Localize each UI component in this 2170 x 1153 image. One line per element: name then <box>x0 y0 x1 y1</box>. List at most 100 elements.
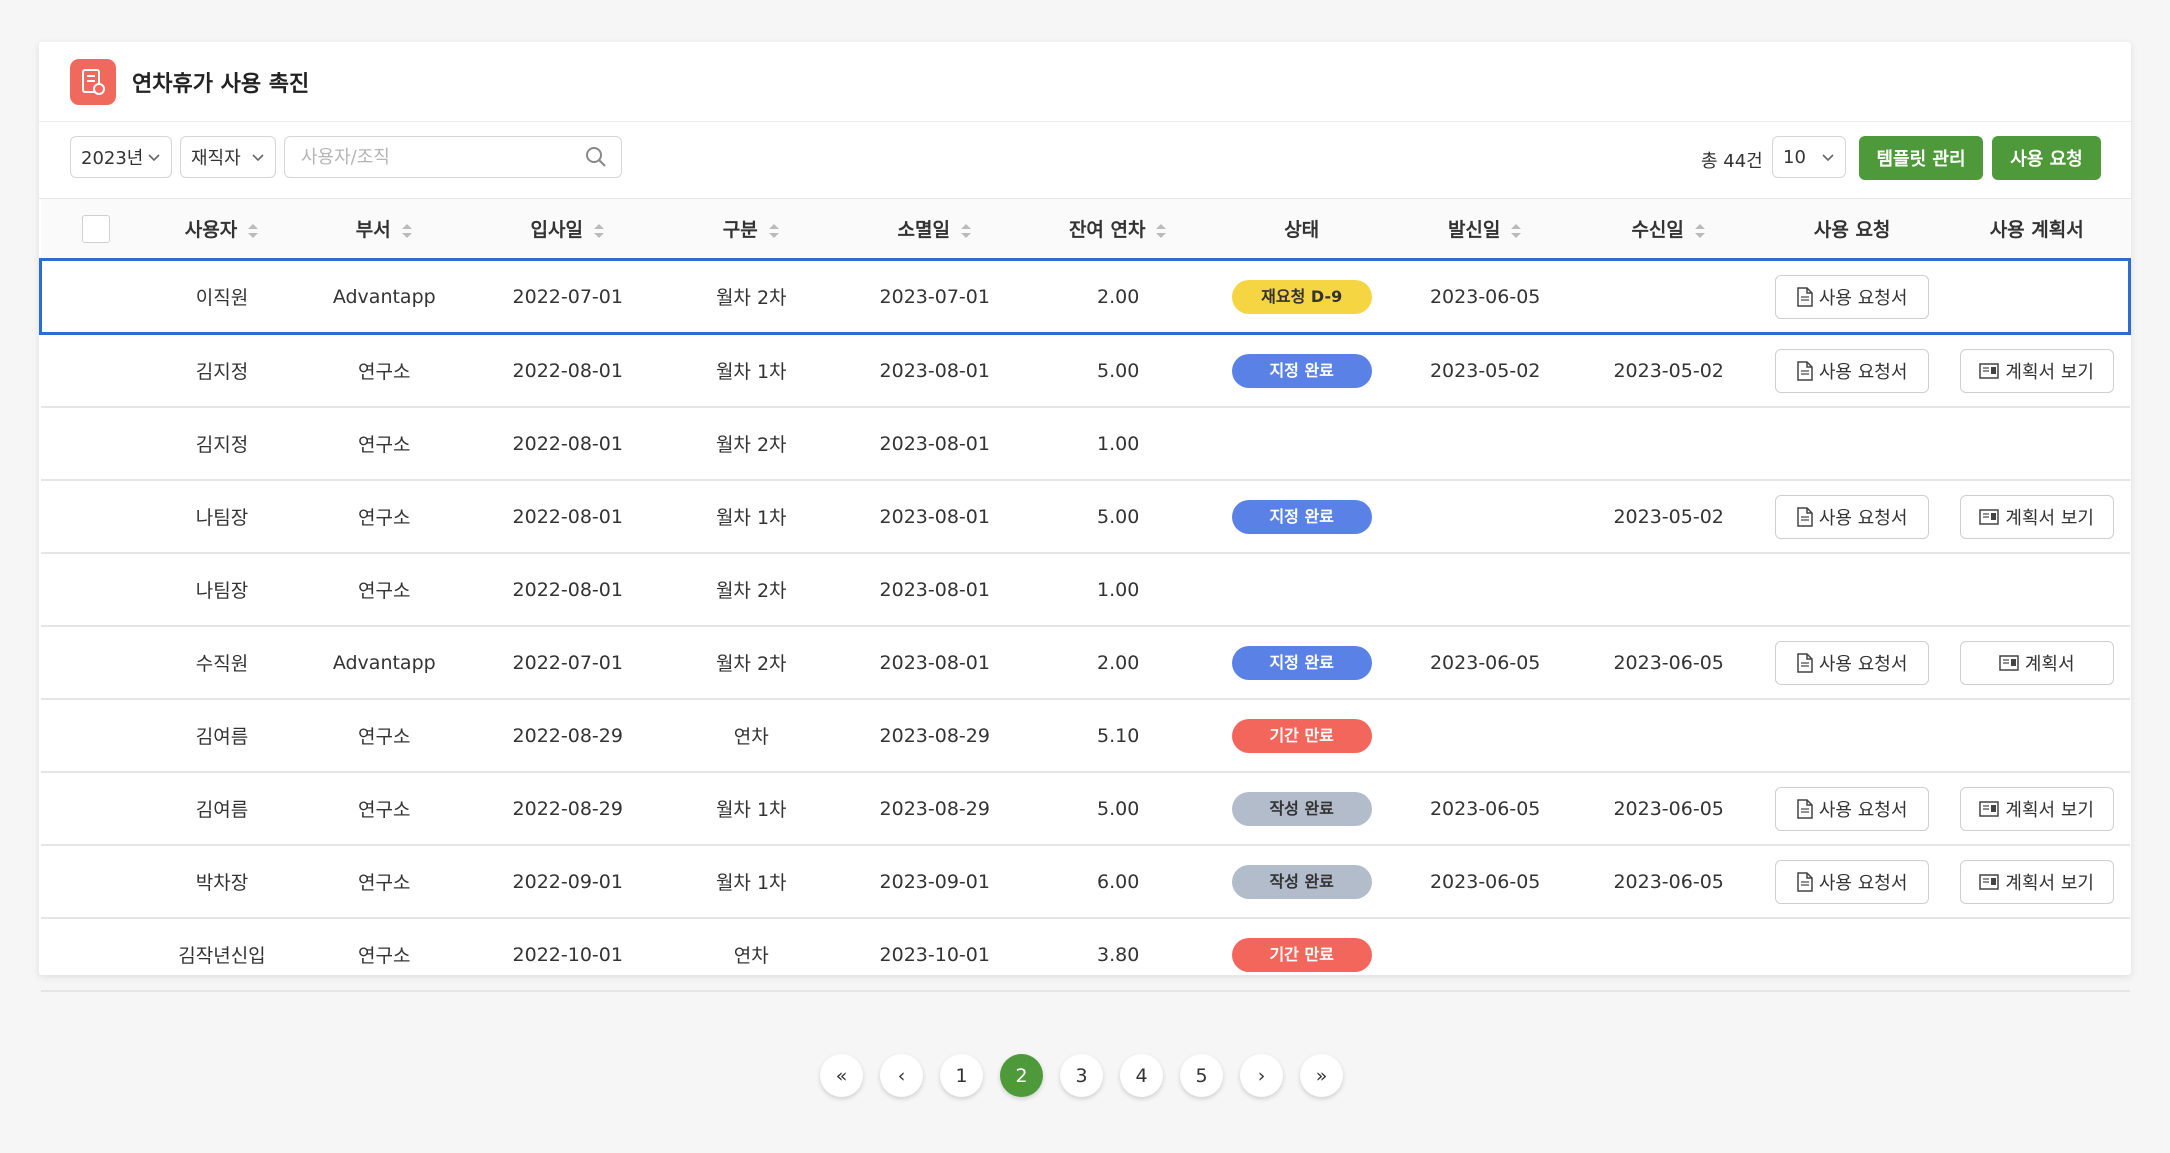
cell-sent-date <box>1393 480 1577 554</box>
cell-type: 연차 <box>659 699 843 773</box>
cell-sent-date: 2023-06-05 <box>1393 772 1577 846</box>
view-plan-label: 계획서 보기 <box>2005 361 2094 383</box>
view-plan-button[interactable]: 계획서 보기 <box>1959 859 2114 904</box>
header-user[interactable]: 사용자 <box>151 199 293 260</box>
status-select[interactable]: 재직자 <box>180 136 276 178</box>
request-form-button[interactable]: 사용 요청서 <box>1775 494 1930 539</box>
search-icon[interactable] <box>585 146 607 168</box>
page-number-1[interactable]: 1 <box>940 1054 983 1097</box>
cell-usage-plan <box>1943 699 2130 773</box>
header-type[interactable]: 구분 <box>659 199 843 260</box>
template-manage-button[interactable]: 템플릿 관리 <box>1859 136 1983 180</box>
row-select-cell <box>40 699 152 773</box>
view-plan-button[interactable]: 계획서 <box>1959 640 2114 685</box>
cell-usage-plan: 계획서 보기 <box>1943 333 2130 408</box>
table-row[interactable]: 김여름 연구소 2022-08-29 연차 2023-08-29 5.10 기간 만료 <box>40 699 2130 773</box>
cell-received-date: 2023-06-05 <box>1576 626 1761 700</box>
cell-remain: 3.80 <box>1026 918 1210 992</box>
table-row[interactable]: 김작년신입 연구소 2022-10-01 연차 2023-10-01 3.80 기간 만료 <box>40 918 2130 992</box>
header-usage-request: 사용 요청 <box>1760 199 1944 260</box>
status-badge: 작성 완료 <box>1231 864 1372 899</box>
sort-icon[interactable] <box>1694 223 1706 239</box>
sort-icon[interactable] <box>247 223 259 239</box>
table-row[interactable]: 김여름 연구소 2022-08-29 월차 1차 2023-08-29 5.00 작성 완료… <box>40 772 2130 846</box>
sort-icon[interactable] <box>593 223 605 239</box>
search-input[interactable] <box>299 137 573 177</box>
request-form-button[interactable]: 사용 요청서 <box>1775 640 1930 685</box>
report-icon <box>1979 508 2000 525</box>
page-number-2[interactable]: 2 <box>1000 1054 1043 1097</box>
select-all-checkbox[interactable] <box>81 214 110 243</box>
sort-icon[interactable] <box>1510 223 1522 239</box>
cell-received-date <box>1576 699 1761 773</box>
cell-remain: 2.00 <box>1026 626 1210 700</box>
page-size-select[interactable]: 10 <box>1772 136 1846 178</box>
request-form-button[interactable]: 사용 요청서 <box>1775 786 1930 831</box>
header-join-date[interactable]: 입사일 <box>476 199 660 260</box>
cell-status: 지정 완료 <box>1209 480 1394 554</box>
table-row[interactable]: 수직원 Advantapp 2022-07-01 월차 2차 2023-08-01 2.0… <box>40 626 2130 700</box>
cell-user: 나팀장 <box>151 553 293 627</box>
cell-dept: 연구소 <box>292 699 477 773</box>
next-page-icon[interactable]: › <box>1240 1054 1283 1097</box>
table-row[interactable]: 김지정 연구소 2022-08-01 월차 2차 2023-08-01 1.00 <box>40 407 2130 481</box>
row-select-cell <box>39 258 152 335</box>
request-form-button[interactable]: 사용 요청서 <box>1775 859 1930 904</box>
cell-usage-request: 사용 요청서 <box>1760 258 1944 335</box>
sort-icon[interactable] <box>401 223 413 239</box>
cell-type: 월차 2차 <box>659 626 843 700</box>
sort-icon[interactable] <box>768 223 780 239</box>
cell-expire: 2023-10-01 <box>842 918 1027 992</box>
page-number-3[interactable]: 3 <box>1060 1054 1103 1097</box>
document-icon <box>1797 506 1813 527</box>
table-row[interactable]: 박차장 연구소 2022-09-01 월차 1차 2023-09-01 6.00 작성 완료… <box>40 845 2130 919</box>
prev-page-icon[interactable]: ‹ <box>880 1054 923 1097</box>
header-expire-date[interactable]: 소멸일 <box>842 199 1027 260</box>
cell-remain: 6.00 <box>1026 845 1210 919</box>
cell-expire: 2023-08-01 <box>842 333 1027 408</box>
last-page-icon[interactable]: » <box>1300 1054 1343 1097</box>
year-select[interactable]: 2023년 <box>70 136 172 178</box>
cell-expire: 2023-08-01 <box>842 553 1027 627</box>
cell-join: 2022-08-29 <box>476 772 660 846</box>
page-title: 연차휴가 사용 촉진 <box>132 71 310 97</box>
table-row[interactable]: 나팀장 연구소 2022-08-01 월차 1차 2023-08-01 5.00 지정 완료… <box>40 480 2130 554</box>
table-row[interactable]: 이직원 Advantapp 2022-07-01 월차 2차 2023-07-01 2.0… <box>39 258 2131 335</box>
cell-dept: Advantapp <box>292 626 477 700</box>
table-row[interactable]: 나팀장 연구소 2022-08-01 월차 2차 2023-08-01 1.00 <box>40 553 2130 627</box>
sort-icon[interactable] <box>1155 223 1167 239</box>
cell-received-date <box>1576 258 1761 335</box>
header-sent-date[interactable]: 발신일 <box>1393 199 1577 260</box>
cell-user: 나팀장 <box>151 480 293 554</box>
view-plan-button[interactable]: 계획서 보기 <box>1959 348 2114 393</box>
header-dept[interactable]: 부서 <box>292 199 477 260</box>
table-row[interactable]: 김지정 연구소 2022-08-01 월차 1차 2023-08-01 5.00 지정 완료… <box>40 333 2130 408</box>
request-form-button[interactable]: 사용 요청서 <box>1775 274 1930 319</box>
cell-join: 2022-08-01 <box>476 333 660 408</box>
header-label: 부서 <box>355 219 391 241</box>
row-select-cell <box>40 553 152 627</box>
sort-icon[interactable] <box>960 223 972 239</box>
page-number-4[interactable]: 4 <box>1120 1054 1163 1097</box>
view-plan-label: 계획서 <box>2024 653 2075 675</box>
table-body: 이직원 Advantapp 2022-07-01 월차 2차 2023-07-01 2.0… <box>39 258 2131 992</box>
cell-remain: 5.00 <box>1026 333 1210 408</box>
page-number-5[interactable]: 5 <box>1180 1054 1223 1097</box>
card-header: 연차휴가 사용 촉진 <box>39 42 2131 122</box>
cell-usage-request: 사용 요청서 <box>1760 333 1944 408</box>
cell-join: 2022-10-01 <box>476 918 660 992</box>
cell-usage-request: 사용 요청서 <box>1760 772 1944 846</box>
row-select-cell <box>40 407 152 481</box>
header-received-date[interactable]: 수신일 <box>1576 199 1761 260</box>
header-remaining-leave[interactable]: 잔여 연차 <box>1026 199 1210 260</box>
cell-join: 2022-08-01 <box>476 553 660 627</box>
usage-request-button[interactable]: 사용 요청 <box>1992 136 2101 180</box>
view-plan-button[interactable]: 계획서 보기 <box>1959 494 2114 539</box>
page-size-value: 10 <box>1783 146 1806 168</box>
cell-user: 김지정 <box>151 333 293 408</box>
request-form-button[interactable]: 사용 요청서 <box>1775 348 1930 393</box>
row-select-cell <box>40 480 152 554</box>
view-plan-button[interactable]: 계획서 보기 <box>1959 786 2114 831</box>
cell-type: 월차 1차 <box>659 333 843 408</box>
first-page-icon[interactable]: « <box>820 1054 863 1097</box>
